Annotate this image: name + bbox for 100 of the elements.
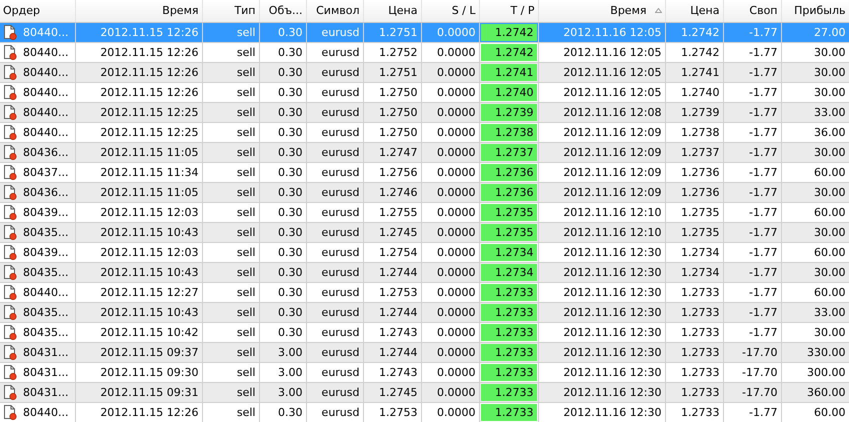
- table-cell: sell: [202, 82, 259, 102]
- table-row[interactable]: 80435... 2012.11.15 10:43 sell 0.30 eurusd 1.2745 0.0000 1.2735 2012.11.16 12:10 1.2735 -1.77 30.00: [0, 222, 849, 242]
- table-row[interactable]: 80440... 2012.11.15 12:26 sell 0.30 eurusd 1.2750 0.0000 1.2740 2012.11.16 12:05 1.2740 -1.77 30.00: [0, 82, 849, 102]
- order-icon: [3, 184, 17, 200]
- table-cell-text: 80435...: [23, 324, 68, 340]
- table-cell: 60.00: [781, 402, 849, 422]
- table-cell: eurusd: [306, 62, 363, 82]
- column-header[interactable]: Прибыль: [781, 0, 849, 22]
- column-header[interactable]: S / L: [421, 0, 479, 22]
- table-cell: 0.0000: [421, 102, 479, 122]
- column-header[interactable]: Объ...: [259, 0, 306, 22]
- column-header[interactable]: Цена: [363, 0, 421, 22]
- table-cell: 2012.11.16 12:30: [538, 362, 665, 382]
- table-cell: eurusd: [306, 122, 363, 142]
- table-cell: 0.0000: [421, 382, 479, 402]
- table-row[interactable]: 80440... 2012.11.15 12:25 sell 0.30 eurusd 1.2750 0.0000 1.2739 2012.11.16 12:08 1.2739 -1.77 33.00: [0, 102, 849, 122]
- table-cell: 1.2745: [363, 222, 421, 242]
- table-cell-text: 80439...: [23, 244, 68, 260]
- table-cell: 0.30: [259, 162, 306, 182]
- table-row[interactable]: 80431... 2012.11.15 09:31 sell 3.00 eurusd 1.2745 0.0000 1.2733 2012.11.16 12:30 1.2733 -17.70 360.00: [0, 382, 849, 402]
- table-cell: 1.2752: [363, 42, 421, 62]
- column-header[interactable]: Цена: [665, 0, 723, 22]
- table-cell: -1.77: [723, 42, 781, 62]
- table-cell: 2012.11.15 12:26: [75, 22, 202, 42]
- table-cell: sell: [202, 122, 259, 142]
- table-cell: 0.0000: [421, 282, 479, 302]
- table-row[interactable]: 80440... 2012.11.15 12:26 sell 0.30 eurusd 1.2751 0.0000 1.2741 2012.11.16 12:05 1.2741 -1.77 30.00: [0, 62, 849, 82]
- table-cell: 1.2740: [480, 84, 536, 100]
- table-cell: 2012.11.15 12:03: [75, 242, 202, 262]
- table-row[interactable]: 80439... 2012.11.15 12:03 sell 0.30 eurusd 1.2754 0.0000 1.2734 2012.11.16 12:30 1.2734 -1.77 60.00: [0, 242, 849, 262]
- table-cell: sell: [202, 302, 259, 322]
- column-header[interactable]: Тип: [202, 0, 259, 22]
- column-header[interactable]: Время: [538, 0, 665, 22]
- order-icon: [3, 284, 17, 300]
- column-header[interactable]: Ордер: [0, 0, 75, 22]
- table-cell: sell: [202, 222, 259, 242]
- table-cell: 1.2735: [665, 222, 723, 242]
- table-cell: 30.00: [781, 182, 849, 202]
- table-cell: 2012.11.16 12:05: [538, 62, 665, 82]
- table-row[interactable]: 80431... 2012.11.15 09:30 sell 3.00 eurusd 1.2743 0.0000 1.2733 2012.11.16 12:30 1.2733 -17.70 300.00: [0, 362, 849, 382]
- table-cell: 1.2736: [480, 164, 536, 180]
- table-cell: 0.30: [259, 302, 306, 322]
- table-cell: 36.00: [781, 122, 849, 142]
- table-cell: 0.30: [259, 282, 306, 302]
- table-cell: 33.00: [781, 302, 849, 322]
- table-row[interactable]: 80435... 2012.11.15 10:42 sell 0.30 eurusd 1.2743 0.0000 1.2733 2012.11.16 12:30 1.2733 -1.77 30.00: [0, 322, 849, 342]
- table-cell: 1.2735: [480, 204, 536, 220]
- table-cell: 2012.11.15 09:31: [75, 382, 202, 402]
- table-cell: 30.00: [781, 322, 849, 342]
- table-cell: 1.2736: [665, 162, 723, 182]
- table-cell: 1.2742: [480, 44, 536, 60]
- table-cell: -1.77: [723, 322, 781, 342]
- table-cell: sell: [202, 182, 259, 202]
- table-cell: 2012.11.15 11:05: [75, 142, 202, 162]
- table-cell-text: 80440...: [23, 404, 68, 420]
- table-cell: 1.2750: [363, 82, 421, 102]
- table-row[interactable]: 80440... 2012.11.15 12:26 sell 0.30 eurusd 1.2753 0.0000 1.2733 2012.11.16 12:30 1.2733 -1.77 60.00: [0, 402, 849, 422]
- table-cell: 1.2734: [665, 262, 723, 282]
- table-cell: 0.0000: [421, 302, 479, 322]
- order-icon: [3, 324, 17, 340]
- table-cell: sell: [202, 402, 259, 422]
- table-cell: eurusd: [306, 42, 363, 62]
- table-row[interactable]: 80436... 2012.11.15 11:05 sell 0.30 eurusd 1.2746 0.0000 1.2736 2012.11.16 12:09 1.2736 -1.77 30.00: [0, 182, 849, 202]
- table-row[interactable]: 80435... 2012.11.15 10:43 sell 0.30 eurusd 1.2744 0.0000 1.2734 2012.11.16 12:30 1.2734 -1.77 30.00: [0, 262, 849, 282]
- table-cell: 30.00: [781, 42, 849, 62]
- table-row[interactable]: 80437... 2012.11.15 11:34 sell 0.30 eurusd 1.2756 0.0000 1.2736 2012.11.16 12:09 1.2736 -1.77 60.00: [0, 162, 849, 182]
- column-header[interactable]: Своп: [723, 0, 781, 22]
- table-row[interactable]: 80435... 2012.11.15 10:43 sell 0.30 eurusd 1.2744 0.0000 1.2733 2012.11.16 12:30 1.2733 -1.77 33.00: [0, 302, 849, 322]
- order-icon: [3, 124, 17, 140]
- table-cell-text: 80431...: [23, 344, 68, 360]
- table-cell-text: 80431...: [23, 364, 68, 380]
- table-cell: 1.2733: [480, 404, 536, 420]
- order-icon: [3, 144, 17, 160]
- table-row[interactable]: 80439... 2012.11.15 12:03 sell 0.30 eurusd 1.2755 0.0000 1.2735 2012.11.16 12:10 1.2735 -1.77 60.00: [0, 202, 849, 222]
- table-cell: 30.00: [781, 82, 849, 102]
- table-row[interactable]: 80436... 2012.11.15 11:05 sell 0.30 eurusd 1.2747 0.0000 1.2737 2012.11.16 12:09 1.2737 -1.77 30.00: [0, 142, 849, 162]
- table-cell: 1.2733: [665, 302, 723, 322]
- table-row[interactable]: 80440... 2012.11.15 12:26 sell 0.30 eurusd 1.2752 0.0000 1.2742 2012.11.16 12:05 1.2742 -1.77 30.00: [0, 42, 849, 62]
- table-cell: 3.00: [259, 342, 306, 362]
- column-header[interactable]: Символ: [306, 0, 363, 22]
- table-cell: 27.00: [781, 22, 849, 42]
- column-header[interactable]: Время: [75, 0, 202, 22]
- table-cell: 2012.11.15 10:43: [75, 222, 202, 242]
- column-header[interactable]: T / P: [479, 0, 538, 22]
- table-cell: 2012.11.15 12:27: [75, 282, 202, 302]
- table-row[interactable]: 80440... 2012.11.15 12:26 sell 0.30 eurusd 1.2751 0.0000 1.2742 2012.11.16 12:05 1.2742 -1.77 27.00: [0, 22, 849, 42]
- table-cell: 0.0000: [421, 62, 479, 82]
- order-icon: [3, 404, 17, 420]
- table-cell: 2012.11.15 12:26: [75, 402, 202, 422]
- table-row[interactable]: 80440... 2012.11.15 12:25 sell 0.30 eurusd 1.2750 0.0000 1.2738 2012.11.16 12:09 1.2738 -1.77 36.00: [0, 122, 849, 142]
- table-cell: 2012.11.16 12:09: [538, 142, 665, 162]
- table-cell: 1.2750: [363, 122, 421, 142]
- table-row[interactable]: 80431... 2012.11.15 09:37 sell 3.00 eurusd 1.2744 0.0000 1.2733 2012.11.16 12:30 1.2733 -17.70 330.00: [0, 342, 849, 362]
- order-icon: [3, 64, 17, 80]
- table-cell-text: 80440...: [23, 84, 68, 100]
- table-cell: 0.0000: [421, 222, 479, 242]
- table-cell: 1.2737: [480, 144, 536, 160]
- table-cell: 1.2746: [363, 182, 421, 202]
- table-cell: 330.00: [781, 342, 849, 362]
- table-row[interactable]: 80440... 2012.11.15 12:27 sell 0.30 eurusd 1.2753 0.0000 1.2733 2012.11.16 12:30 1.2733 -1.77 60.00: [0, 282, 849, 302]
